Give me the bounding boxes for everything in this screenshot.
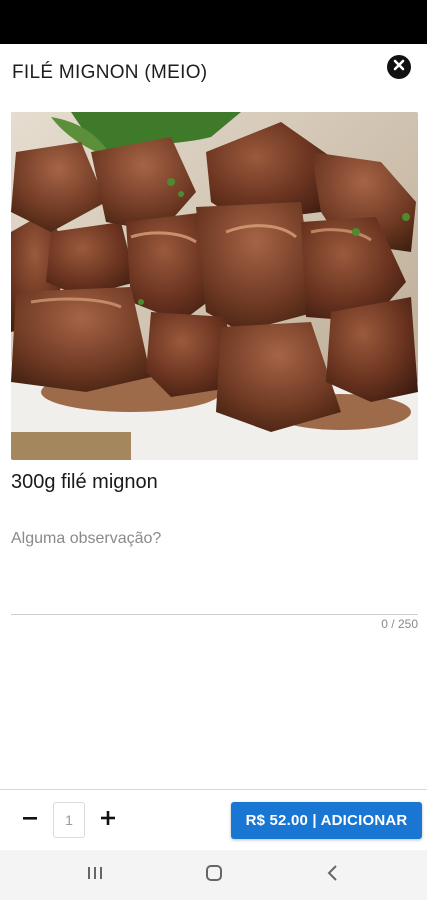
home-icon xyxy=(205,864,223,887)
character-counter: 0 / 250 xyxy=(381,617,418,631)
product-description: 300g filé mignon xyxy=(11,471,158,493)
status-bar xyxy=(0,0,427,44)
add-to-order-button[interactable]: R$ 52.00 | ADICIONAR xyxy=(231,802,422,839)
close-icon xyxy=(392,58,406,77)
observation-field[interactable] xyxy=(11,526,418,615)
back-icon xyxy=(326,864,340,887)
product-image xyxy=(11,112,418,460)
back-button[interactable] xyxy=(321,864,345,886)
close-button[interactable] xyxy=(387,55,411,79)
recents-button[interactable] xyxy=(83,864,107,886)
dialog-title: FILÉ MIGNON (MEIO) xyxy=(12,62,208,83)
recents-icon xyxy=(86,865,104,886)
quantity-field[interactable]: 1 xyxy=(53,802,85,838)
decrease-quantity-button[interactable] xyxy=(15,805,45,835)
system-navigation-bar xyxy=(0,850,427,900)
dialog-header: FILÉ MIGNON (MEIO) xyxy=(0,44,427,102)
minus-icon xyxy=(22,810,38,831)
plus-icon xyxy=(100,810,116,831)
home-button[interactable] xyxy=(202,864,226,886)
increase-quantity-button[interactable] xyxy=(93,805,123,835)
